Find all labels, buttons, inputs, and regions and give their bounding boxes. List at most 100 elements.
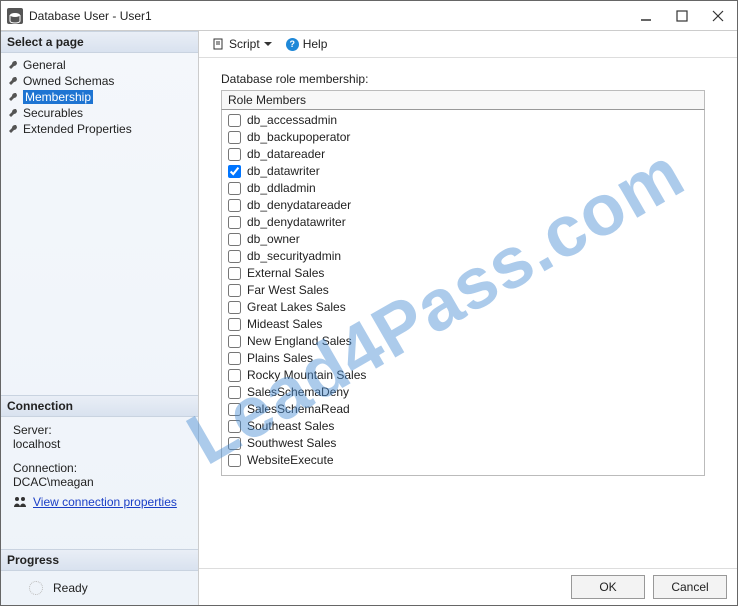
- role-row[interactable]: Far West Sales: [226, 282, 700, 299]
- page-item-label: General: [23, 58, 66, 72]
- role-label: db_ddladmin: [247, 180, 316, 197]
- role-label: External Sales: [247, 265, 324, 282]
- role-label: SalesSchemaDeny: [247, 384, 349, 401]
- wrench-icon: [9, 124, 19, 134]
- wrench-icon: [9, 108, 19, 118]
- role-row[interactable]: Southeast Sales: [226, 418, 700, 435]
- role-checkbox[interactable]: [228, 250, 241, 263]
- role-row[interactable]: db_owner: [226, 231, 700, 248]
- help-button[interactable]: ? Help: [282, 35, 332, 53]
- pages-section-title: Select a page: [1, 31, 198, 53]
- role-row[interactable]: SalesSchemaRead: [226, 401, 700, 418]
- role-row[interactable]: db_backupoperator: [226, 129, 700, 146]
- role-checkbox[interactable]: [228, 454, 241, 467]
- role-row[interactable]: SalesSchemaDeny: [226, 384, 700, 401]
- role-checkbox[interactable]: [228, 182, 241, 195]
- role-row[interactable]: db_accessadmin: [226, 112, 700, 129]
- server-label: Server:: [13, 423, 190, 437]
- role-row[interactable]: Rocky Mountain Sales: [226, 367, 700, 384]
- script-button[interactable]: Script: [209, 35, 276, 53]
- role-row[interactable]: New England Sales: [226, 333, 700, 350]
- dialog-body: Select a page GeneralOwned SchemasMember…: [1, 31, 737, 605]
- role-row[interactable]: db_denydatareader: [226, 197, 700, 214]
- role-row[interactable]: db_denydatawriter: [226, 214, 700, 231]
- minimize-button[interactable]: [637, 7, 655, 25]
- role-checkbox[interactable]: [228, 301, 241, 314]
- role-row[interactable]: db_securityadmin: [226, 248, 700, 265]
- role-label: db_denydatawriter: [247, 214, 346, 231]
- role-row[interactable]: db_datawriter: [226, 163, 700, 180]
- script-label: Script: [229, 37, 260, 51]
- role-label: db_owner: [247, 231, 300, 248]
- view-connection-properties-link[interactable]: View connection properties: [33, 495, 177, 509]
- connection-section-title: Connection: [1, 395, 198, 417]
- dialog-window: Database User - User1 Select a page Gene…: [0, 0, 738, 606]
- role-checkbox[interactable]: [228, 335, 241, 348]
- role-list-header: Role Members: [221, 90, 705, 110]
- role-checkbox[interactable]: [228, 131, 241, 144]
- role-row[interactable]: db_datareader: [226, 146, 700, 163]
- page-item-extended-properties[interactable]: Extended Properties: [7, 121, 192, 137]
- close-button[interactable]: [709, 7, 727, 25]
- database-icon: [7, 8, 23, 24]
- cancel-button[interactable]: Cancel: [653, 575, 727, 599]
- role-checkbox[interactable]: [228, 114, 241, 127]
- role-row[interactable]: Great Lakes Sales: [226, 299, 700, 316]
- role-label: SalesSchemaRead: [247, 401, 350, 418]
- role-checkbox[interactable]: [228, 233, 241, 246]
- role-checkbox[interactable]: [228, 352, 241, 365]
- role-checkbox[interactable]: [228, 369, 241, 382]
- role-row[interactable]: WebsiteExecute: [226, 452, 700, 469]
- maximize-button[interactable]: [673, 7, 691, 25]
- dialog-footer: OK Cancel: [199, 568, 737, 605]
- page-item-general[interactable]: General: [7, 57, 192, 73]
- role-row[interactable]: db_ddladmin: [226, 180, 700, 197]
- role-checkbox[interactable]: [228, 437, 241, 450]
- role-checkbox[interactable]: [228, 284, 241, 297]
- role-checkbox[interactable]: [228, 199, 241, 212]
- toolbar: Script ? Help: [199, 31, 737, 58]
- role-checkbox[interactable]: [228, 386, 241, 399]
- role-label: db_denydatareader: [247, 197, 351, 214]
- role-checkbox[interactable]: [228, 403, 241, 416]
- role-membership-label: Database role membership:: [221, 72, 715, 86]
- role-label: db_accessadmin: [247, 112, 337, 129]
- window-controls: [637, 7, 731, 25]
- page-item-label: Membership: [23, 90, 93, 104]
- help-icon: ?: [286, 38, 299, 51]
- main-panel: Script ? Help Database role membership: …: [199, 31, 737, 605]
- role-label: Southwest Sales: [247, 435, 336, 452]
- page-item-owned-schemas[interactable]: Owned Schemas: [7, 73, 192, 89]
- role-checkbox[interactable]: [228, 267, 241, 280]
- role-label: Far West Sales: [247, 282, 329, 299]
- role-checkbox[interactable]: [228, 318, 241, 331]
- role-label: Southeast Sales: [247, 418, 334, 435]
- role-list: Role Members db_accessadmindb_backupoper…: [221, 90, 705, 476]
- page-item-label: Securables: [23, 106, 83, 120]
- role-row[interactable]: Southwest Sales: [226, 435, 700, 452]
- progress-spinner-icon: [29, 581, 43, 595]
- page-item-securables[interactable]: Securables: [7, 105, 192, 121]
- role-label: New England Sales: [247, 333, 352, 350]
- role-label: db_datareader: [247, 146, 325, 163]
- role-label: Mideast Sales: [247, 316, 322, 333]
- role-checkbox[interactable]: [228, 216, 241, 229]
- role-row[interactable]: Plains Sales: [226, 350, 700, 367]
- connection-value: DCAC\meagan: [13, 475, 190, 489]
- role-row[interactable]: External Sales: [226, 265, 700, 282]
- role-row[interactable]: Mideast Sales: [226, 316, 700, 333]
- progress-status: Ready: [53, 581, 88, 595]
- role-label: WebsiteExecute: [247, 452, 334, 469]
- wrench-icon: [9, 60, 19, 70]
- people-icon: [13, 496, 27, 508]
- pages-list: GeneralOwned SchemasMembership Securables…: [1, 53, 198, 147]
- role-checkbox[interactable]: [228, 420, 241, 433]
- ok-button[interactable]: OK: [571, 575, 645, 599]
- page-item-membership[interactable]: Membership: [7, 89, 192, 105]
- role-label: db_backupoperator: [247, 129, 350, 146]
- role-checkbox[interactable]: [228, 148, 241, 161]
- connection-panel: Server: localhost Connection: DCAC\meaga…: [1, 417, 198, 519]
- role-checkbox[interactable]: [228, 165, 241, 178]
- help-label: Help: [303, 37, 328, 51]
- script-icon: [213, 38, 225, 50]
